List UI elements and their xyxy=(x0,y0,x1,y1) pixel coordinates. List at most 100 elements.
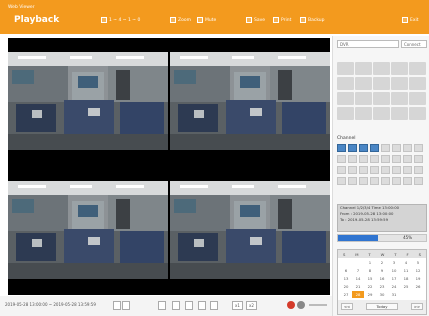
channel-toggle[interactable] xyxy=(359,155,368,163)
channel-toggle[interactable] xyxy=(381,177,390,185)
calendar-day[interactable]: 19 xyxy=(412,275,424,282)
channel-toggle[interactable] xyxy=(392,177,401,185)
channel-toggle[interactable] xyxy=(392,144,401,152)
channel-toggle[interactable] xyxy=(370,166,379,174)
play-button[interactable] xyxy=(172,301,180,310)
calendar-day[interactable]: 30 xyxy=(376,291,388,298)
forward-button[interactable] xyxy=(210,301,218,310)
calendar-day[interactable]: 13 xyxy=(340,275,352,282)
calendar-day[interactable]: 23 xyxy=(376,283,388,290)
channel-toggle[interactable] xyxy=(348,155,357,163)
calendar-day[interactable]: 25 xyxy=(400,283,412,290)
channel-toggle[interactable] xyxy=(392,166,401,174)
calendar-day[interactable]: 6 xyxy=(340,267,352,274)
ptz-button[interactable] xyxy=(355,62,372,75)
prev-month-button[interactable]: << xyxy=(341,303,353,310)
calendar-day[interactable]: 21 xyxy=(352,283,364,290)
record-icon[interactable] xyxy=(287,301,295,309)
channel-toggle[interactable] xyxy=(370,155,379,163)
channel-toggle[interactable] xyxy=(392,155,401,163)
channel-toggle[interactable] xyxy=(348,166,357,174)
channel-toggle[interactable] xyxy=(348,144,357,152)
channel-toggle[interactable] xyxy=(414,166,423,174)
ptz-button[interactable] xyxy=(355,92,372,105)
zoom-button[interactable]: Zoom xyxy=(170,16,191,24)
calendar-day[interactable]: 7 xyxy=(352,267,364,274)
calendar-day[interactable]: 11 xyxy=(400,267,412,274)
channel-toggle[interactable] xyxy=(359,166,368,174)
ptz-button[interactable] xyxy=(409,62,426,75)
rewind-button[interactable] xyxy=(158,301,166,310)
connect-button[interactable]: Connect xyxy=(401,40,427,48)
backup-button[interactable]: Backup xyxy=(300,16,325,24)
ptz-button[interactable] xyxy=(391,92,408,105)
time-small-button[interactable] xyxy=(122,301,130,310)
today-button[interactable]: Today xyxy=(366,303,398,310)
channel-toggle[interactable] xyxy=(370,177,379,185)
calendar-day[interactable]: 18 xyxy=(400,275,412,282)
ptz-button[interactable] xyxy=(337,77,354,90)
channel-toggle[interactable] xyxy=(381,144,390,152)
channel-toggle[interactable] xyxy=(337,177,346,185)
ptz-button[interactable] xyxy=(373,92,390,105)
stop-button[interactable] xyxy=(198,301,206,310)
channel-toggle[interactable] xyxy=(381,166,390,174)
calendar-small-button[interactable] xyxy=(113,301,121,310)
camera-view-4[interactable] xyxy=(170,167,330,295)
channel-toggle[interactable] xyxy=(337,166,346,174)
channel-toggle[interactable] xyxy=(370,144,379,152)
ptz-button[interactable] xyxy=(355,77,372,90)
ptz-button[interactable] xyxy=(355,107,372,120)
channel-toggle[interactable] xyxy=(403,144,412,152)
calendar-day[interactable]: 29 xyxy=(364,291,376,298)
exit-button[interactable]: Exit xyxy=(402,16,419,24)
ptz-button[interactable] xyxy=(409,77,426,90)
speed-x2-button[interactable]: x2 xyxy=(246,301,257,310)
calendar-day[interactable]: 20 xyxy=(340,283,352,290)
calendar-day[interactable]: 24 xyxy=(388,283,400,290)
calendar-day[interactable]: 5 xyxy=(412,259,424,266)
calendar-day[interactable]: 16 xyxy=(376,275,388,282)
channel-toggle[interactable] xyxy=(403,177,412,185)
calendar-day[interactable]: 27 xyxy=(340,291,352,298)
calendar-day[interactable]: 26 xyxy=(412,283,424,290)
ptz-button[interactable] xyxy=(337,62,354,75)
channel-toggle[interactable] xyxy=(359,144,368,152)
camera-view-3[interactable] xyxy=(8,167,168,295)
calendar-day[interactable]: 28 xyxy=(352,291,364,298)
speed-x1-button[interactable]: x1 xyxy=(232,301,243,310)
ptz-button[interactable] xyxy=(409,107,426,120)
calendar-day[interactable]: 22 xyxy=(364,283,376,290)
calendar-day[interactable]: 9 xyxy=(376,267,388,274)
calendar-day[interactable]: 15 xyxy=(364,275,376,282)
pause-button[interactable] xyxy=(185,301,193,310)
channel-toggle[interactable] xyxy=(414,177,423,185)
calendar-day[interactable]: 31 xyxy=(388,291,400,298)
ptz-button[interactable] xyxy=(391,62,408,75)
ptz-button[interactable] xyxy=(337,107,354,120)
ptz-button[interactable] xyxy=(373,62,390,75)
calendar-day[interactable]: 14 xyxy=(352,275,364,282)
calendar-day[interactable]: 10 xyxy=(388,267,400,274)
ptz-button[interactable] xyxy=(337,92,354,105)
camera-view-2[interactable] xyxy=(170,38,330,166)
calendar-day[interactable]: 2 xyxy=(376,259,388,266)
calendar-day[interactable]: 12 xyxy=(412,267,424,274)
print-button[interactable]: Print xyxy=(273,16,291,24)
channel-toggle[interactable] xyxy=(403,166,412,174)
channel-range-selector[interactable]: 1 ~ 4 ~ 1 ~ 0 xyxy=(101,16,140,24)
ptz-button[interactable] xyxy=(373,77,390,90)
dvr-select[interactable]: DVR xyxy=(337,40,399,48)
ptz-button[interactable] xyxy=(391,77,408,90)
calendar-day[interactable]: 1 xyxy=(364,259,376,266)
ptz-button[interactable] xyxy=(373,107,390,120)
save-button[interactable]: Save xyxy=(246,16,265,24)
channel-toggle[interactable] xyxy=(403,155,412,163)
mute-button[interactable]: Mute xyxy=(197,16,216,24)
calendar-day[interactable]: 4 xyxy=(400,259,412,266)
channel-toggle[interactable] xyxy=(348,177,357,185)
calendar-day[interactable]: 8 xyxy=(364,267,376,274)
channel-toggle[interactable] xyxy=(381,155,390,163)
calendar-day[interactable]: 3 xyxy=(388,259,400,266)
channel-toggle[interactable] xyxy=(359,177,368,185)
